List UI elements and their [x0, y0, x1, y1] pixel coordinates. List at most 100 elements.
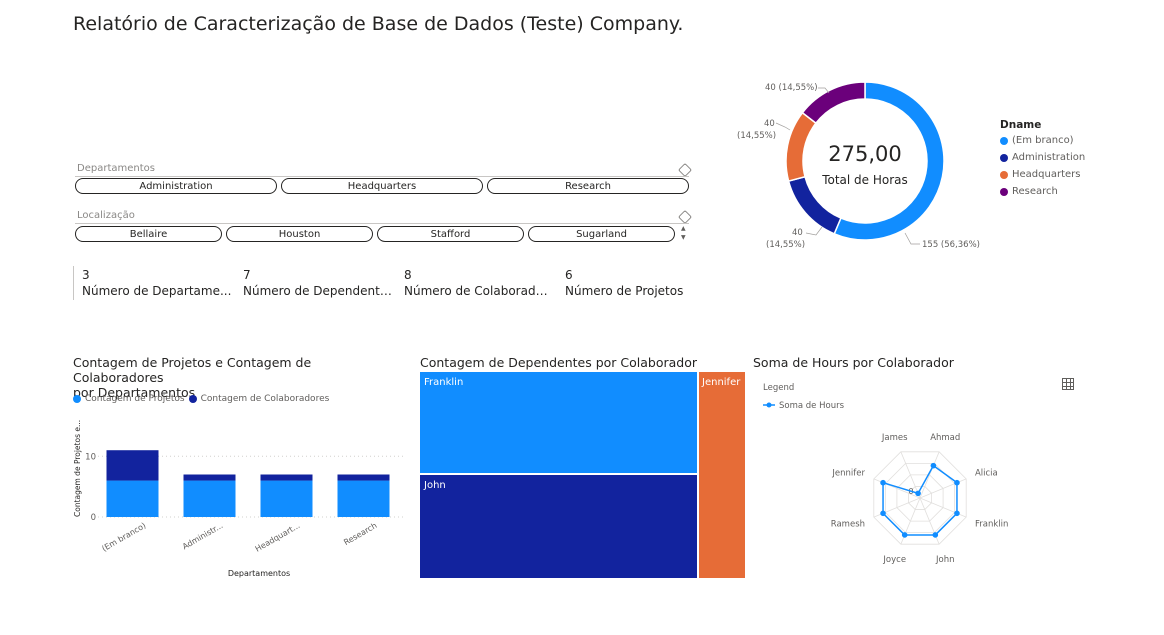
eraser-icon[interactable]: [677, 162, 693, 178]
legend-label: Contagem de Projetos: [85, 394, 185, 404]
eraser-icon[interactable]: [677, 209, 693, 225]
bar-colaboradores[interactable]: [260, 474, 313, 481]
radar-series-line: [882, 464, 958, 536]
radar-point[interactable]: [901, 532, 908, 538]
kpi-card-projetos: 6 Número de Projetos: [565, 268, 715, 298]
legend-item-headquarters[interactable]: Headquarters: [1000, 169, 1160, 180]
slicer-option-administration[interactable]: Administration: [75, 178, 277, 194]
legend-dot: [73, 395, 81, 403]
treemap-label-john: John: [424, 480, 446, 491]
bar-chart[interactable]: Contagem de Projetos e... Departamentos …: [70, 412, 410, 582]
kpi-left-border: [73, 266, 74, 300]
x-tick-label: Administr...: [181, 521, 225, 551]
bar-chart-ylabel: Contagem de Projetos e...: [73, 420, 82, 517]
radar-axis-label: Ahmad: [930, 433, 960, 443]
report-title: Relatório de Caracterização de Base de D…: [73, 13, 684, 35]
radar-point[interactable]: [954, 479, 960, 486]
legend-item-em-branco[interactable]: (Em branco): [1000, 135, 1160, 146]
leader-line: [805, 226, 823, 236]
table-view-icon[interactable]: [1062, 378, 1074, 390]
legend-item-administration[interactable]: Administration: [1000, 152, 1160, 163]
kpi-card-colaboradores: 8 Número de Colaborado...: [404, 268, 554, 298]
radar-title: Soma de Hours por Colaborador: [753, 355, 954, 370]
donut-label-headquarters-value: 40: [764, 119, 775, 129]
donut-label-administration-value: 40: [792, 228, 803, 238]
bar-projetos[interactable]: [106, 480, 159, 517]
slicer-localizacao-label: Localização: [77, 210, 135, 221]
kpi-value: 7: [243, 268, 251, 282]
radar-axis-label: Franklin: [975, 519, 1008, 529]
scroll-up-icon[interactable]: ▲: [681, 226, 686, 232]
kpi-card-dependentes: 7 Número de Dependentes: [243, 268, 393, 298]
legend-title: Dname: [1000, 119, 1042, 131]
slicer-option-headquarters[interactable]: Headquarters: [281, 178, 483, 194]
treemap-tile-jennifer[interactable]: Jennifer: [699, 372, 745, 578]
x-tick-label: Headquart...: [254, 521, 302, 554]
donut-chart[interactable]: 275,00 Total de Horas 40 (14,55%) 40 (14…: [730, 75, 1000, 260]
leader-line: [775, 122, 791, 131]
y-tick-label: 10: [85, 452, 96, 462]
slicer-departamentos: Departamentos Administration Headquarter…: [75, 162, 693, 199]
donut-label-headquarters-pct: (14,55%): [737, 131, 776, 141]
legend-item-projetos[interactable]: Contagem de Projetos: [73, 394, 185, 404]
legend-dot: [1000, 187, 1008, 196]
kpi-label: Número de Dependentes: [243, 284, 393, 298]
radar-axis-label: Jennifer: [831, 469, 865, 479]
kpi-value: 8: [404, 268, 412, 282]
slicer-option-houston[interactable]: Houston: [226, 226, 373, 242]
slicer-option-research[interactable]: Research: [487, 178, 689, 194]
treemap-tile-john[interactable]: John: [420, 475, 698, 578]
treemap-title: Contagem de Dependentes por Colaborador: [420, 355, 698, 370]
donut-center-label: Total de Horas: [821, 173, 908, 187]
leader-line: [904, 232, 920, 245]
slicer-localizacao: Localização Bellaire Houston Stafford Su…: [75, 209, 693, 246]
donut-label-administration-pct: (14,55%): [766, 240, 805, 250]
radar-point[interactable]: [930, 462, 937, 469]
radar-chart[interactable]: Legend Soma de Hours 0 AhmadAliciaFrankl…: [755, 378, 1055, 578]
radar-point[interactable]: [932, 532, 939, 538]
legend-item-research[interactable]: Research: [1000, 186, 1160, 197]
donut-slice-headquarters[interactable]: [785, 111, 817, 182]
treemap-chart[interactable]: Franklin John Jennifer: [420, 372, 745, 578]
bar-projetos[interactable]: [337, 480, 390, 517]
radar-point[interactable]: [954, 510, 960, 517]
slicer-option-sugarland[interactable]: Sugarland: [528, 226, 675, 242]
donut-legend: Dname (Em branco) Administration Headqua…: [1000, 119, 1160, 197]
treemap-label-jennifer: Jennifer: [702, 377, 741, 388]
bar-projetos[interactable]: [260, 480, 313, 517]
y-tick-label: 0: [91, 513, 96, 523]
radar-axis-label: Ramesh: [831, 519, 865, 529]
x-tick-label: (Em branco): [100, 521, 147, 553]
radar-point[interactable]: [880, 510, 886, 517]
treemap-label-franklin: Franklin: [424, 377, 464, 388]
legend-label: (Em branco): [1012, 135, 1074, 146]
legend-dot: [188, 395, 197, 403]
radar-point[interactable]: [880, 479, 886, 486]
donut-label-em-branco: 155 (56,36%): [922, 240, 980, 250]
treemap-tile-franklin[interactable]: Franklin: [420, 372, 698, 474]
slicer-option-stafford[interactable]: Stafford: [377, 226, 524, 242]
scroll-down-icon[interactable]: ▼: [681, 235, 686, 241]
bar-projetos[interactable]: [183, 480, 236, 517]
radar-legend-series: Soma de Hours: [779, 401, 845, 411]
slicer-divider: [75, 223, 689, 224]
legend-dot: [1000, 153, 1008, 162]
radar-legend-marker: [766, 402, 772, 408]
legend-item-colaboradores[interactable]: Contagem de Colaboradores: [188, 394, 330, 404]
slicer-option-bellaire[interactable]: Bellaire: [75, 226, 222, 242]
legend-label: Contagem de Colaboradores: [200, 394, 330, 404]
donut-center-value: 275,00: [828, 142, 901, 166]
legend-dot: [1000, 136, 1008, 145]
x-tick-label: Research: [342, 521, 378, 547]
kpi-label: Número de Colaborado...: [404, 284, 554, 298]
bar-colaboradores[interactable]: [183, 474, 236, 481]
bar-chart-legend: Contagem de Projetos Contagem de Colabor…: [73, 394, 329, 404]
bar-colaboradores[interactable]: [337, 474, 390, 481]
bar-colaboradores[interactable]: [106, 450, 159, 481]
legend-label: Research: [1012, 186, 1058, 197]
kpi-value: 3: [82, 268, 90, 282]
slicer-divider: [75, 176, 689, 177]
radar-point[interactable]: [915, 490, 921, 497]
kpi-label: Número de Projetos: [565, 284, 684, 298]
radar-axis-label: John: [935, 555, 954, 565]
